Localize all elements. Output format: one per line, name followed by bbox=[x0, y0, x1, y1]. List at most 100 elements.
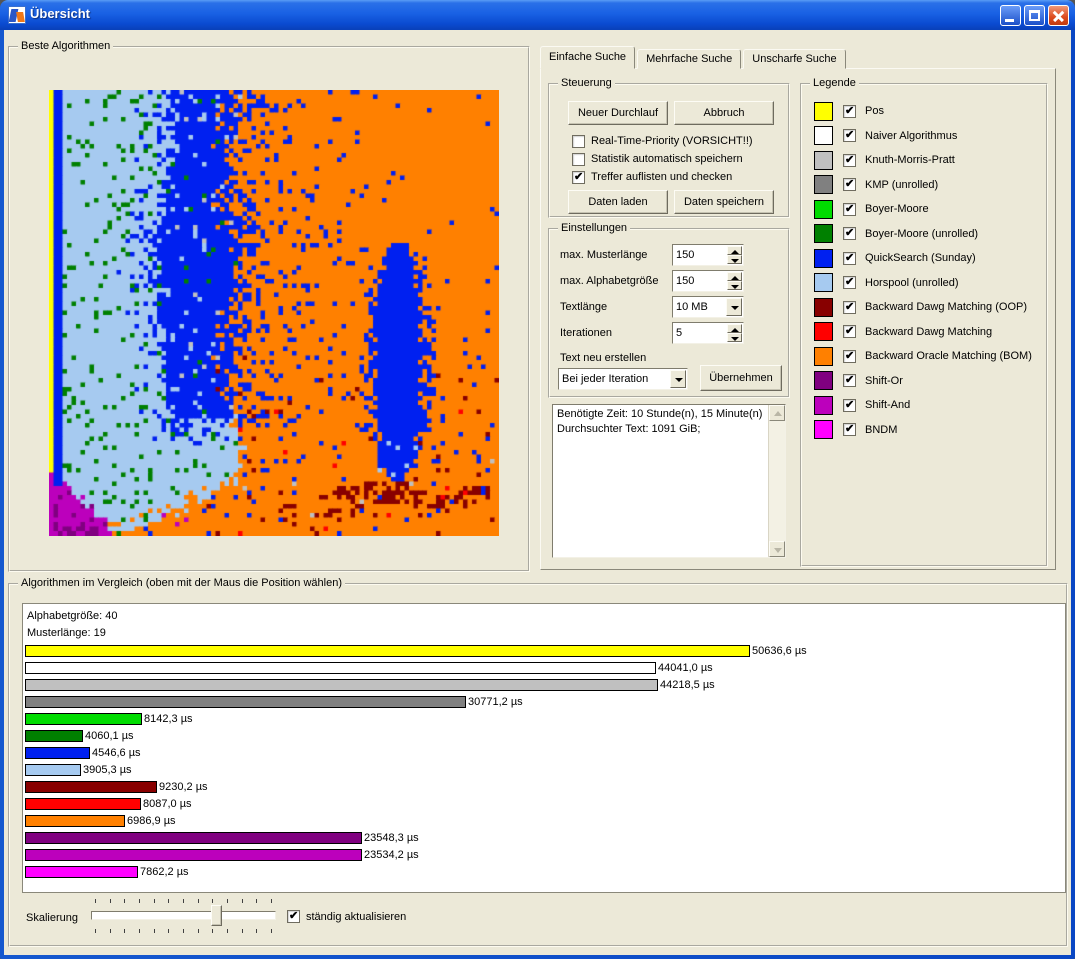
tick-mark bbox=[110, 929, 111, 933]
legend-checkbox-knuth-morris-pratt[interactable] bbox=[843, 154, 856, 167]
new-run-button[interactable]: Neuer Durchlauf bbox=[568, 101, 668, 125]
update-checkbox-label: ständig aktualisieren bbox=[306, 911, 406, 923]
tick-mark bbox=[227, 929, 228, 933]
maximize-button[interactable] bbox=[1024, 5, 1045, 26]
legend-swatch bbox=[814, 420, 833, 439]
steuerung-checkboxes: Real-Time-Priority (VORSICHT!!)Statistik… bbox=[572, 134, 753, 188]
bar-value-label: 30771,2 µs bbox=[468, 696, 523, 708]
legend-item: Pos bbox=[814, 99, 1032, 124]
checkbox-statistik-automatisch-speichern[interactable] bbox=[572, 153, 585, 166]
spin-down-icon[interactable] bbox=[727, 333, 742, 342]
bar-row-backward-dawg-matching-oop: 9230,2 µs bbox=[25, 780, 807, 794]
legend-label: Pos bbox=[865, 105, 884, 117]
legend-checkbox-quicksearch-sunday[interactable] bbox=[843, 252, 856, 265]
apply-button[interactable]: Übernehmen bbox=[700, 365, 782, 391]
legend-item: Backward Dawg Matching bbox=[814, 320, 1032, 345]
tick-mark bbox=[124, 929, 125, 933]
legend-swatch bbox=[814, 249, 833, 268]
bar-pos bbox=[25, 645, 750, 657]
checkbox-real-time-priority-vorsicht[interactable] bbox=[572, 135, 585, 148]
status-memo[interactable]: Benötigte Zeit: 10 Stunde(n), 15 Minute(… bbox=[552, 404, 786, 558]
skalierung-slider[interactable] bbox=[91, 897, 276, 935]
tab-unscharfe-suche[interactable]: Unscharfe Suche bbox=[743, 49, 845, 69]
legend-checkbox-backward-oracle-matching-bom[interactable] bbox=[843, 350, 856, 363]
spin-buttons bbox=[727, 272, 742, 290]
tick-mark bbox=[124, 899, 125, 903]
spin-down-icon[interactable] bbox=[727, 281, 742, 290]
close-button[interactable] bbox=[1048, 5, 1069, 26]
legend-checkbox-horspool-unrolled[interactable] bbox=[843, 276, 856, 289]
legend-label: Knuth-Morris-Pratt bbox=[865, 154, 955, 166]
save-data-button[interactable]: Daten speichern bbox=[674, 190, 774, 214]
field-label: max. Alphabetgröße bbox=[560, 275, 658, 287]
bar-row-naiver-algorithmus: 44041,0 µs bbox=[25, 661, 807, 675]
combo-value: 10 MB bbox=[676, 301, 708, 313]
pattern-length-text: Musterlänge: 19 bbox=[27, 627, 106, 639]
slider-channel[interactable] bbox=[91, 911, 276, 920]
legend-checkbox-shift-or[interactable] bbox=[843, 374, 856, 387]
bar-value-label: 7862,2 µs bbox=[140, 866, 189, 878]
spin-up-icon[interactable] bbox=[727, 246, 742, 255]
settings-row: Iterationen5 bbox=[560, 322, 780, 348]
bar-row-boyer-moore-unrolled: 4060,1 µs bbox=[25, 729, 807, 743]
abort-button[interactable]: Abbruch bbox=[674, 101, 774, 125]
tick-mark bbox=[168, 899, 169, 903]
tick-mark bbox=[110, 899, 111, 903]
scroll-up-icon[interactable] bbox=[769, 405, 785, 421]
tick-mark bbox=[242, 899, 243, 903]
spin-input-iterationen[interactable]: 5 bbox=[672, 322, 744, 344]
combo-input-textlänge[interactable]: 10 MB bbox=[672, 296, 744, 318]
tab-einfache-suche[interactable]: Einfache Suche bbox=[540, 46, 635, 69]
legend-checkbox-boyer-moore[interactable] bbox=[843, 203, 856, 216]
memo-scrollbar[interactable] bbox=[768, 405, 785, 557]
tab-mehrfache-suche[interactable]: Mehrfache Suche bbox=[637, 49, 741, 69]
combo-dropdown-icon[interactable] bbox=[670, 370, 686, 388]
scroll-down-icon[interactable] bbox=[769, 541, 785, 557]
legend-item: Backward Oracle Matching (BOM) bbox=[814, 344, 1032, 369]
bar-quicksearch-sunday bbox=[25, 747, 90, 759]
update-checkbox[interactable] bbox=[287, 910, 300, 923]
settings-row: max. Musterlänge150 bbox=[560, 244, 780, 270]
legend-swatch bbox=[814, 298, 833, 317]
tick-mark bbox=[256, 899, 257, 903]
spin-input-max-musterlänge[interactable]: 150 bbox=[672, 244, 744, 266]
combo-dropdown-icon[interactable] bbox=[726, 298, 742, 316]
tick-mark bbox=[256, 929, 257, 933]
legend-checkbox-kmp-unrolled[interactable] bbox=[843, 178, 856, 191]
titlebar[interactable]: Übersicht bbox=[0, 0, 1075, 30]
bar-row-bndm: 7862,2 µs bbox=[25, 865, 807, 879]
legend-checkbox-boyer-moore-unrolled[interactable] bbox=[843, 227, 856, 240]
legend-checkbox-shift-and[interactable] bbox=[843, 399, 856, 412]
legend-item: Horspool (unrolled) bbox=[814, 271, 1032, 296]
minimize-button[interactable] bbox=[1000, 5, 1021, 26]
slider-thumb[interactable] bbox=[211, 905, 222, 926]
bar-row-backward-oracle-matching-bom: 6986,9 µs bbox=[25, 814, 807, 828]
legend-checkbox-backward-dawg-matching-oop[interactable] bbox=[843, 301, 856, 314]
legend-swatch bbox=[814, 347, 833, 366]
tick-mark bbox=[271, 899, 272, 903]
legend-swatch bbox=[814, 396, 833, 415]
legend-item: Shift-Or bbox=[814, 369, 1032, 394]
checkbox-treffer-auflisten-und-checken[interactable] bbox=[572, 171, 585, 184]
legend-label: KMP (unrolled) bbox=[865, 179, 938, 191]
legend-checkbox-pos[interactable] bbox=[843, 105, 856, 118]
recreate-text-combobox[interactable]: Bei jeder Iteration bbox=[558, 368, 688, 390]
legend-checkbox-backward-dawg-matching[interactable] bbox=[843, 325, 856, 338]
tab-strip: Einfache SucheMehrfache SucheUnscharfe S… bbox=[540, 46, 848, 69]
legend-checkbox-bndm[interactable] bbox=[843, 423, 856, 436]
spin-down-icon[interactable] bbox=[727, 255, 742, 264]
best-algorithms-heatmap[interactable] bbox=[49, 90, 499, 536]
comparison-chart-panel[interactable]: Alphabetgröße: 40 Musterlänge: 19 50636,… bbox=[22, 603, 1066, 893]
bar-horspool-unrolled bbox=[25, 764, 81, 776]
spin-input-max-alphabetgröße[interactable]: 150 bbox=[672, 270, 744, 292]
load-data-button[interactable]: Daten laden bbox=[568, 190, 668, 214]
spin-up-icon[interactable] bbox=[727, 272, 742, 281]
spin-up-icon[interactable] bbox=[727, 324, 742, 333]
legend-checkbox-naiver-algorithmus[interactable] bbox=[843, 129, 856, 142]
status-memo-lines: Benötigte Zeit: 10 Stunde(n), 15 Minute(… bbox=[557, 407, 765, 437]
bar-naiver-algorithmus bbox=[25, 662, 656, 674]
legend-label: QuickSearch (Sunday) bbox=[865, 252, 976, 264]
best-algorithms-group: Beste Algorithmen bbox=[8, 46, 530, 572]
bar-chart: 50636,6 µs44041,0 µs44218,5 µs30771,2 µs… bbox=[25, 644, 807, 882]
bar-value-label: 9230,2 µs bbox=[159, 781, 208, 793]
